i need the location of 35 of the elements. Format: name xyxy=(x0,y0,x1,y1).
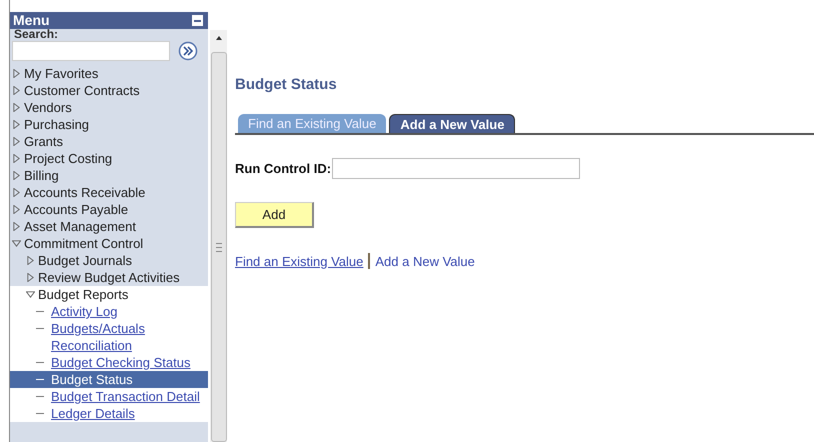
menu-folder[interactable]: My Favorites xyxy=(10,65,208,82)
menu-folder[interactable]: Customer Contracts xyxy=(10,82,208,99)
link[interactable]: Find an Existing Value xyxy=(235,254,364,268)
menu-link[interactable]: Budget Status xyxy=(10,371,208,388)
menu-link[interactable]: Budgets/Actuals Reconciliation xyxy=(10,320,208,354)
scrollbar[interactable] xyxy=(210,30,227,442)
menu-link[interactable]: Activity Log xyxy=(10,303,208,320)
add-button[interactable]: Add xyxy=(235,202,314,228)
menu-folder[interactable]: Purchasing xyxy=(10,116,208,133)
menu-folder[interactable]: Asset Management xyxy=(10,218,208,235)
collapse-icon[interactable] xyxy=(192,15,203,26)
menu-folder[interactable]: Budget Journals xyxy=(10,252,208,269)
go-icon[interactable] xyxy=(178,41,198,61)
menu-folder[interactable]: Commitment Control xyxy=(10,235,208,252)
menu-link[interactable]: Ledger Details xyxy=(10,405,208,422)
tab[interactable]: Add a New Value xyxy=(389,114,516,133)
menu-folder[interactable]: Billing xyxy=(10,167,208,184)
search-field[interactable] xyxy=(12,41,170,61)
menu-folder[interactable]: Project Costing xyxy=(10,150,208,167)
menu-folder[interactable]: Budget Reports xyxy=(10,286,208,303)
field-label: Run Control ID: xyxy=(235,161,332,176)
menu-link[interactable]: Budget Checking Status xyxy=(10,354,208,371)
input-field[interactable] xyxy=(332,158,580,179)
expanded-arrow-icon[interactable] xyxy=(26,290,35,299)
menu-folder[interactable]: Vendors xyxy=(10,99,208,116)
menu-folder[interactable]: Grants xyxy=(10,133,208,150)
page-title: Budget Status xyxy=(235,76,338,95)
expanded-arrow-icon[interactable] xyxy=(12,239,21,248)
menu-folder[interactable]: Accounts Receivable xyxy=(10,184,208,201)
menu-folder[interactable]: Review Budget Activities xyxy=(10,269,208,286)
link[interactable]: Add a New Value xyxy=(375,254,475,268)
menu-title: Menu xyxy=(13,12,50,29)
menu-folder[interactable]: Accounts Payable xyxy=(10,201,208,218)
search-label: Search: xyxy=(13,29,60,38)
menu-link[interactable]: Budget Transaction Detail xyxy=(10,388,208,405)
